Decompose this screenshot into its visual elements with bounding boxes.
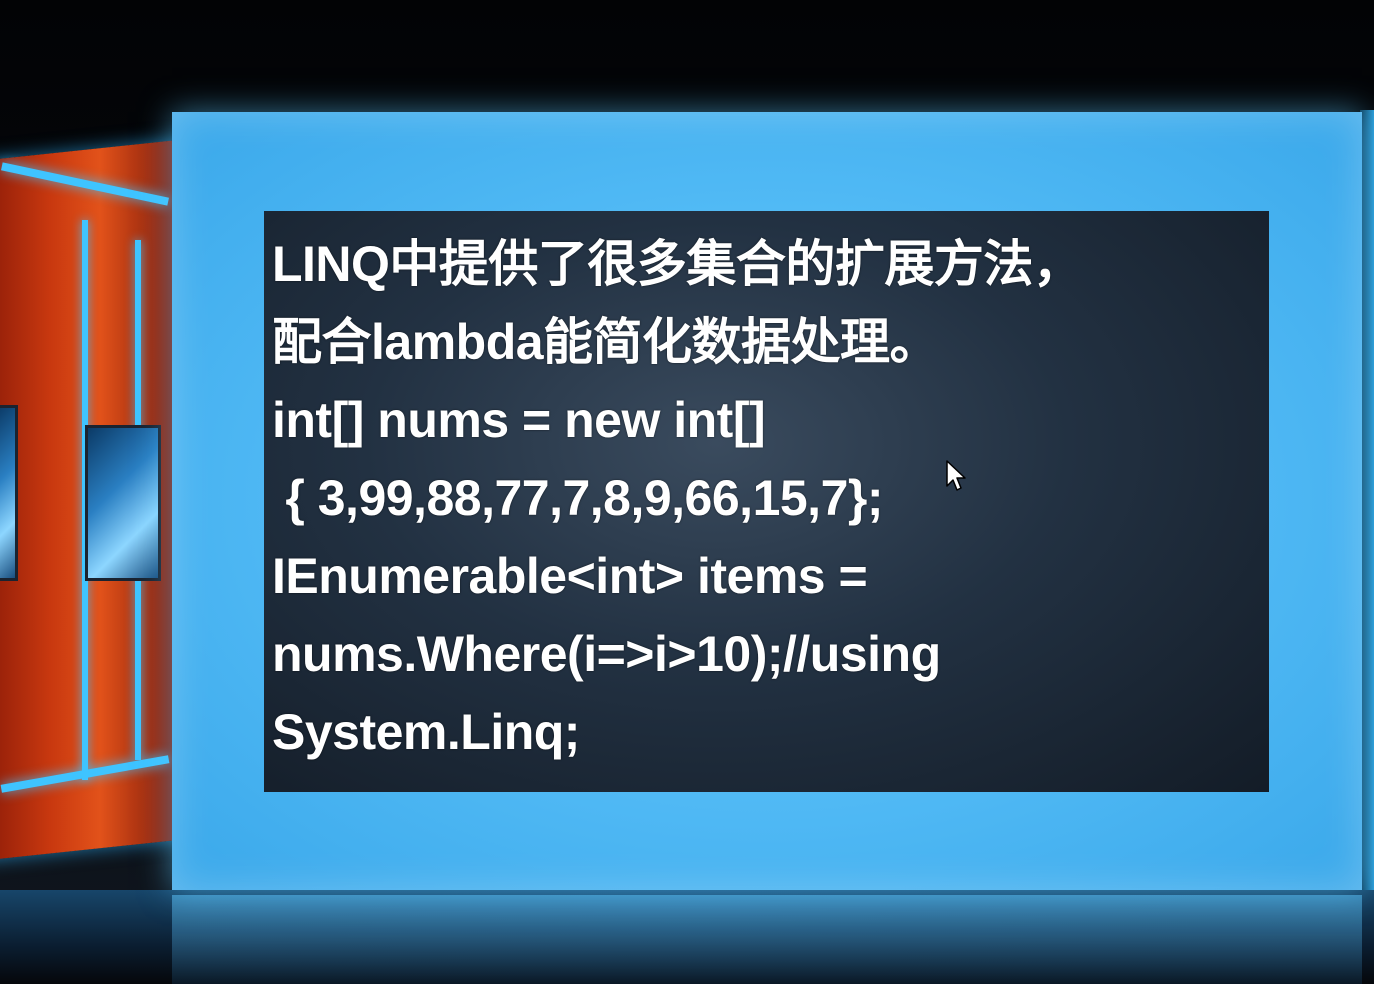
code-line-enumerable: IEnumerable<int> items = bbox=[272, 548, 868, 604]
slide-content: LINQ中提供了很多集合的扩展方法， 配合lambda能简化数据处理。 int[… bbox=[264, 211, 1269, 792]
code-line-declaration: int[] nums = new int[] bbox=[272, 392, 766, 448]
slide-line-intro: LINQ中提供了很多集合的扩展方法， bbox=[272, 236, 1083, 292]
studio-right-wall bbox=[1360, 110, 1374, 890]
mouse-pointer-icon bbox=[946, 460, 966, 491]
code-line-initializer: { 3,99,88,77,7,8,9,66,15,7}; bbox=[272, 470, 883, 526]
slide-line-intro-cont: 配合lambda能简化数据处理。 bbox=[272, 314, 940, 370]
wall-monitor bbox=[85, 425, 161, 581]
video-frame: LINQ中提供了很多集合的扩展方法， 配合lambda能简化数据处理。 int[… bbox=[0, 0, 1374, 984]
wall-monitor bbox=[0, 405, 18, 581]
code-line-where: nums.Where(i=>i>10);//using bbox=[272, 626, 941, 682]
code-line-using: System.Linq; bbox=[272, 704, 580, 760]
floor-reflection bbox=[172, 895, 1362, 984]
